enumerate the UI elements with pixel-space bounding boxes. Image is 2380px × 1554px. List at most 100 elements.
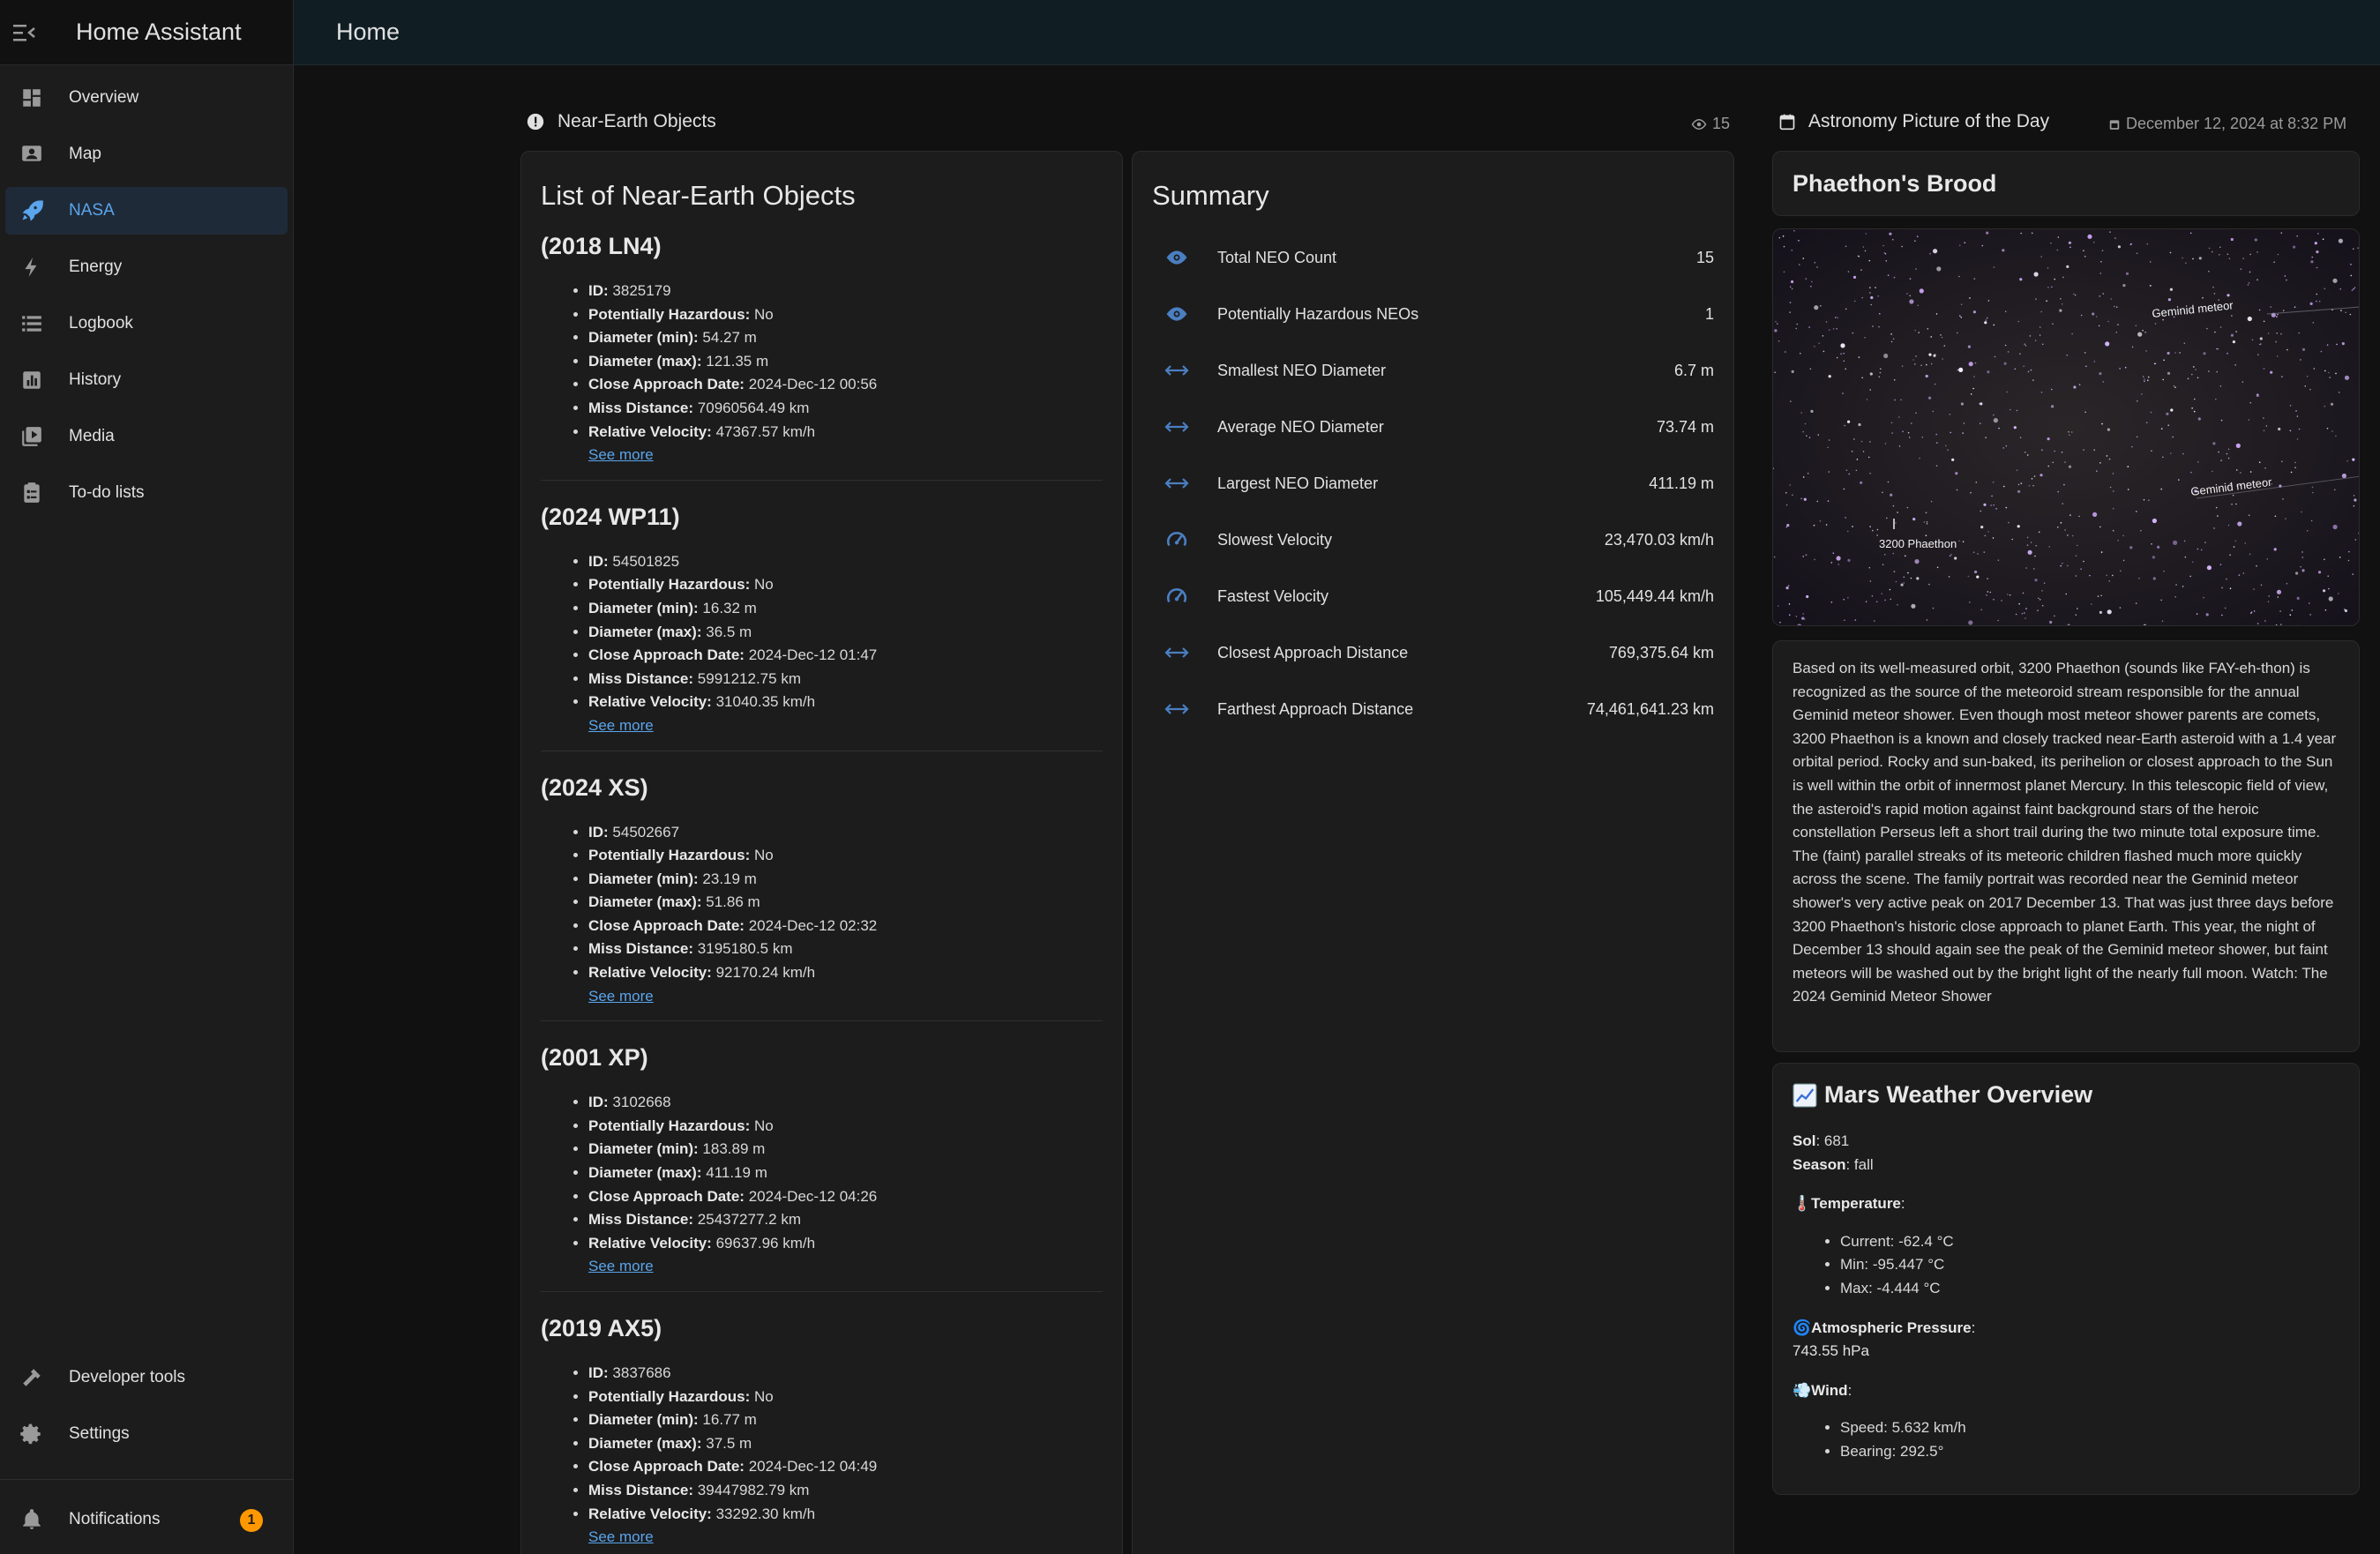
apod-title: Phaethon's Brood <box>1792 169 1997 197</box>
summary-label: Largest NEO Diameter <box>1217 474 1379 492</box>
neo-section-header: Near-Earth Objects <box>526 111 716 132</box>
see-more-item: See more <box>588 1255 1103 1279</box>
apod-explanation: Based on its well-measured orbit, 3200 P… <box>1792 660 2337 1005</box>
notification-badge: 1 <box>240 1509 263 1532</box>
neo-field-miss: Miss Distance: 5991212.75 km <box>588 668 1103 691</box>
neo-name: (2001 XP) <box>541 1044 648 1072</box>
neo-field-id: ID: 54502667 <box>588 821 1103 845</box>
sidebar-item-nasa[interactable]: NASA <box>5 187 288 235</box>
mars-weather-card: Mars Weather Overview Sol: 681 Season: f… <box>1772 1063 2360 1495</box>
apod-explanation-card: Based on its well-measured orbit, 3200 P… <box>1772 640 2360 1052</box>
neo-section-title: Near-Earth Objects <box>558 111 716 131</box>
see-more-link[interactable]: See more <box>588 1258 654 1274</box>
neo-field-hazard: Potentially Hazardous: No <box>588 573 1103 597</box>
summary-row[interactable]: Average NEO Diameter 73.74 m <box>1152 399 1714 455</box>
summary-label: Farthest Approach Distance <box>1217 699 1414 718</box>
see-more-item: See more <box>588 1526 1103 1550</box>
neo-field-id: ID: 3825179 <box>588 280 1103 303</box>
wind-item: Bearing: 292.5° <box>1840 1440 2339 1464</box>
neo-field-hazard: Potentially Hazardous: No <box>588 1386 1103 1409</box>
summary-value: 6.7 m <box>1673 361 1714 379</box>
neo-field-id: ID: 3102668 <box>588 1091 1103 1115</box>
summary-label: Potentially Hazardous NEOs <box>1217 304 1419 323</box>
sidebar-item-overview[interactable]: Overview <box>5 74 288 122</box>
neo-name: (2018 LN4) <box>541 233 662 259</box>
mars-weather-heading: Mars Weather Overview <box>1792 1081 2339 1109</box>
sidebar-item-history[interactable]: History <box>5 356 288 404</box>
see-more-link[interactable]: See more <box>588 446 654 463</box>
summary-row[interactable]: Smallest NEO Diameter 6.7 m <box>1152 342 1714 399</box>
eye-icon <box>1152 249 1201 266</box>
summary-row[interactable]: Potentially Hazardous NEOs 1 <box>1152 286 1714 342</box>
summary-row[interactable]: Slowest Velocity 23,470.03 km/h <box>1152 512 1714 568</box>
apod-image: Geminid meteor Geminid meteor 3200 Phaet… <box>1772 228 2360 626</box>
neo-list-title: List of Near-Earth Objects <box>541 180 856 211</box>
sidebar-item-label: To-do lists <box>69 483 145 502</box>
summary-row[interactable]: Closest Approach Distance 769,375.64 km <box>1152 624 1714 681</box>
summary-value: 769,375.64 km <box>1608 643 1714 661</box>
summary-row[interactable]: Fastest Velocity 105,449.44 km/h <box>1152 568 1714 624</box>
arrow-horizontal-icon <box>1152 476 1201 490</box>
temperature-item: Max: -4.444 °C <box>1840 1277 2339 1301</box>
neo-field-dmax: Diameter (max): 36.5 m <box>588 621 1103 645</box>
starfield-image: Geminid meteor Geminid meteor 3200 Phaet… <box>1773 229 2359 625</box>
summary-row[interactable]: Total NEO Count 15 <box>1152 229 1714 286</box>
sidebar-item-settings[interactable]: Settings <box>5 1410 288 1458</box>
neo-item: (2019 AX5) ID: 3837686Potentially Hazardo… <box>541 1315 1103 1554</box>
top-bar: Home <box>294 0 2380 65</box>
bell-icon <box>5 1508 49 1531</box>
neo-count: 15 <box>1712 115 1731 132</box>
image-label-phaethon: 3200 Phaethon <box>1879 537 1957 550</box>
neo-field-vel: Relative Velocity: 33292.30 km/h <box>588 1503 1103 1527</box>
sidebar-item-map[interactable]: Map <box>5 131 288 178</box>
see-more-link[interactable]: See more <box>588 1528 654 1545</box>
lightning-icon <box>5 256 49 279</box>
sidebar-item-media[interactable]: Media <box>5 413 288 460</box>
mars-weather-title: Mars Weather Overview <box>1824 1081 2093 1108</box>
sidebar-item-label: Overview <box>69 88 139 107</box>
summary-value: 1 <box>1704 304 1714 323</box>
summary-label: Slowest Velocity <box>1217 530 1333 549</box>
sidebar-item-label: Settings <box>69 1424 130 1443</box>
neo-field-hazard: Potentially Hazardous: No <box>588 844 1103 868</box>
thermometer-icon: 🌡️ <box>1792 1195 1812 1213</box>
neo-item: (2018 LN4) ID: 3825179Potentially Hazardo… <box>541 233 1103 481</box>
see-more-link[interactable]: See more <box>588 717 654 734</box>
eye-icon <box>1152 305 1201 323</box>
summary-value: 15 <box>1695 248 1714 266</box>
menu-toggle-button[interactable] <box>0 0 49 65</box>
sidebar-item-todo[interactable]: To-do lists <box>5 469 288 517</box>
neo-field-miss: Miss Distance: 3195180.5 km <box>588 938 1103 961</box>
sidebar-item-label: Map <box>69 145 101 163</box>
neo-field-id: ID: 3837686 <box>588 1362 1103 1386</box>
sidebar-header: Home Assistant <box>0 0 293 65</box>
sidebar-divider <box>0 1479 294 1480</box>
summary-row[interactable]: Farthest Approach Distance 74,461,641.23… <box>1152 681 1714 737</box>
mars-season: Season: fall <box>1792 1155 1874 1173</box>
menu-collapse-icon <box>13 24 35 41</box>
sidebar-item-developer-tools[interactable]: Developer tools <box>5 1354 288 1401</box>
apod-title-card: Phaethon's Brood <box>1772 151 2360 216</box>
summary-row[interactable]: Largest NEO Diameter 411.19 m <box>1152 455 1714 512</box>
page-title: Home <box>336 19 400 45</box>
neo-name: (2024 WP11) <box>541 503 680 530</box>
rocket-icon <box>5 198 49 223</box>
summary-label: Smallest NEO Diameter <box>1217 361 1387 379</box>
neo-field-dmax: Diameter (max): 411.19 m <box>588 1162 1103 1185</box>
see-more-link[interactable]: See more <box>588 988 654 1005</box>
sidebar-item-label: Energy <box>69 258 123 276</box>
neo-item: (2001 XP) ID: 3102668Potentially Hazardou… <box>541 1044 1103 1292</box>
mars-wind-heading: 💨Wind: <box>1792 1381 1852 1399</box>
summary-label: Fastest Velocity <box>1217 586 1329 605</box>
see-more-item: See more <box>588 714 1103 738</box>
clipboard-icon <box>5 482 49 504</box>
sidebar-item-energy[interactable]: Energy <box>5 243 288 291</box>
apod-date: December 12, 2024 at 8:32 PM <box>2126 115 2347 132</box>
sidebar-item-label: History <box>69 370 122 389</box>
sidebar-item-logbook[interactable]: Logbook <box>5 300 288 347</box>
media-icon <box>5 425 49 448</box>
arrow-horizontal-icon <box>1152 646 1201 660</box>
chart-increasing-icon <box>1792 1083 1817 1107</box>
neo-field-dmax: Diameter (max): 121.35 m <box>588 350 1103 374</box>
arrow-horizontal-icon <box>1152 702 1201 716</box>
